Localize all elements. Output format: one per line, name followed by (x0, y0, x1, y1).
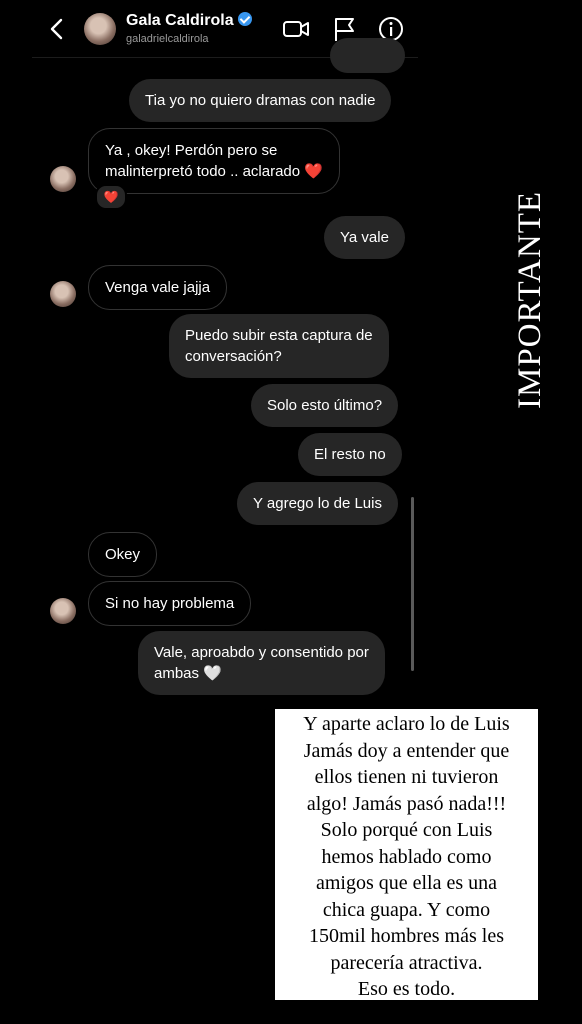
message-bubble[interactable]: El resto no (298, 433, 402, 476)
message-bubble[interactable]: Solo esto último? (251, 384, 399, 427)
message-bubble[interactable]: Tia yo no quiero dramas con nadie (129, 79, 392, 122)
message-bubble[interactable]: Ya , okey! Perdón pero se malinterpretó … (88, 128, 340, 194)
overlay-note: Y aparte aclaro lo de Luis Jamás doy a e… (275, 709, 538, 1000)
contact-username: galadrielcaldirola (126, 33, 209, 45)
note-line: algo! Jamás pasó nada!!! (306, 792, 507, 815)
note-line: Jamás doy a entender que (303, 739, 510, 762)
avatar[interactable] (84, 13, 116, 45)
avatar[interactable] (50, 166, 76, 192)
message-bubble[interactable]: Okey (88, 532, 158, 577)
message-bubble[interactable]: Puedo subir esta captura de conversación… (169, 314, 389, 378)
message-bubble-partial (330, 38, 405, 73)
avatar[interactable] (50, 598, 76, 624)
message-bubble[interactable]: Y agrego lo de Luis (237, 482, 398, 525)
note-line: Y aparte aclaro lo de Luis (303, 713, 510, 735)
note-line: ellos tienen ni tuvieron (314, 766, 499, 788)
note-line: Eso es todo. (357, 978, 456, 1000)
contact-name[interactable]: Gala Caldirola (126, 12, 252, 30)
video-call-icon[interactable] (281, 14, 311, 44)
back-arrow-icon[interactable] (46, 16, 68, 42)
note-line: 150mil hombres más les (309, 925, 504, 947)
note-line: amigos que ella es una (315, 872, 498, 894)
note-line: parecería atractiva. (330, 951, 483, 974)
message-bubble[interactable]: Vale, aproabdo y consentido por ambas 🤍 (138, 631, 385, 695)
message-bubble[interactable]: Ya vale (324, 216, 405, 259)
note-line: chica guapa. Y como (322, 898, 491, 921)
message-bubble[interactable]: Venga vale jajja (88, 265, 228, 310)
verified-badge-icon (237, 12, 252, 26)
avatar[interactable] (50, 281, 76, 307)
note-line: hemos hablado como (321, 845, 492, 868)
note-line: Solo porqué con Luis (320, 819, 493, 841)
scrollbar[interactable] (411, 497, 414, 671)
overlay-vertical-text: IMPORTANTE (512, 190, 548, 410)
heart-reaction-icon[interactable]: ❤️ (95, 184, 127, 210)
message-bubble[interactable]: Si no hay problema (88, 581, 252, 626)
